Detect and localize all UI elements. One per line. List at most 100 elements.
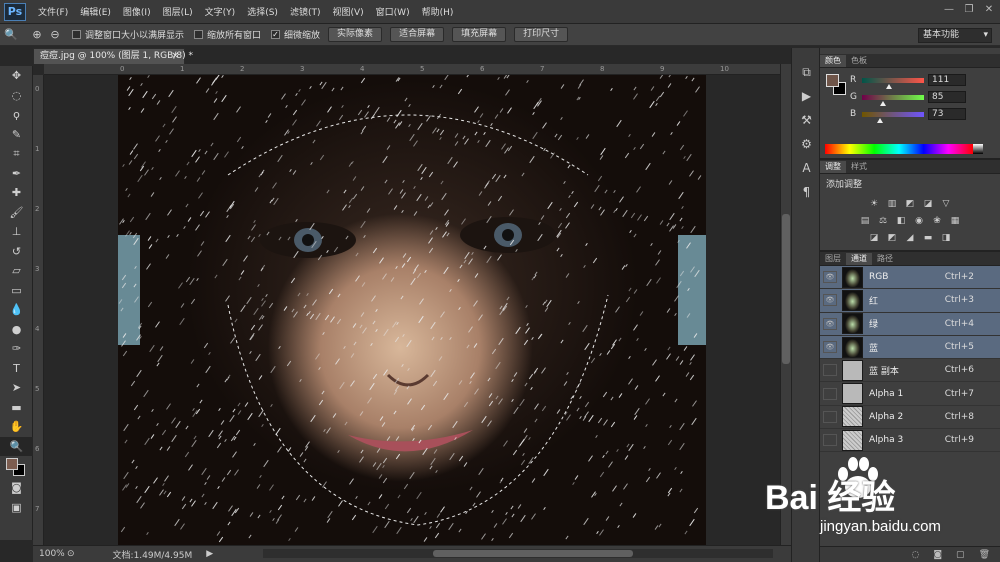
zoom-tool-icon[interactable]: 🔍: [0, 436, 33, 456]
zoom-out-icon[interactable]: ⊖: [48, 28, 62, 42]
visibility-toggle[interactable]: [823, 410, 837, 423]
path-select-icon[interactable]: ➤: [0, 378, 33, 398]
visibility-toggle[interactable]: [823, 364, 837, 377]
brush-tool-icon[interactable]: 🖌: [0, 203, 33, 223]
menu-select[interactable]: 选择(S): [241, 5, 284, 18]
eye-icon[interactable]: 👁: [823, 317, 837, 330]
eye-icon[interactable]: 👁: [823, 341, 837, 354]
paragraph-panel-icon[interactable]: ¶: [792, 180, 821, 204]
channel-row-alpha-1[interactable]: Alpha 1 Ctrl+7: [820, 382, 1000, 406]
menu-layer[interactable]: 图层(L): [157, 5, 199, 18]
tab-swatches[interactable]: 色板: [846, 55, 872, 67]
menu-help[interactable]: 帮助(H): [416, 5, 460, 18]
levels-icon[interactable]: ▥: [886, 199, 898, 210]
eraser-tool-icon[interactable]: ▱: [0, 261, 33, 281]
menu-image[interactable]: 图像(I): [117, 5, 157, 18]
close-button[interactable]: ✕: [982, 3, 996, 17]
tab-color[interactable]: 颜色: [820, 55, 846, 67]
checkbox-checked[interactable]: ✓: [271, 30, 281, 39]
black-white-ramp[interactable]: [973, 144, 983, 154]
color-balance-icon[interactable]: ⚖: [877, 216, 889, 227]
eyedropper-tool-icon[interactable]: ✒: [0, 164, 33, 184]
eye-icon[interactable]: 👁: [823, 271, 837, 284]
threshold-icon[interactable]: ◢: [904, 233, 916, 244]
zoom-field-icon[interactable]: ⊙: [67, 549, 75, 559]
properties-panel-icon[interactable]: ⚙: [792, 132, 821, 156]
tab-adjustments[interactable]: 调整: [820, 161, 846, 173]
vertical-scroll-thumb[interactable]: [782, 214, 790, 364]
red-slider-knob[interactable]: [885, 84, 892, 89]
horizontal-scrollbar[interactable]: [263, 549, 773, 558]
character-panel-icon[interactable]: A: [792, 156, 821, 180]
foreground-color-swatch[interactable]: [6, 458, 18, 470]
move-tool-icon[interactable]: ✥: [0, 66, 33, 86]
menu-window[interactable]: 窗口(W): [370, 5, 416, 18]
panel-foreground-swatch[interactable]: [826, 74, 839, 87]
red-slider[interactable]: [862, 78, 924, 83]
channel-mixer-icon[interactable]: ❀: [931, 216, 943, 227]
delete-channel-icon[interactable]: 🗑: [979, 550, 990, 560]
zoom-tool-preset-icon[interactable]: 🔍: [4, 28, 18, 42]
color-swatches[interactable]: [0, 456, 33, 478]
document-tab[interactable]: 痘痘.jpg @ 100% (图层 1, RGB/8) * ×: [33, 48, 193, 64]
tab-paths[interactable]: 路径: [872, 253, 898, 265]
posterize-icon[interactable]: ◩: [886, 233, 898, 244]
blue-slider-knob[interactable]: [876, 118, 883, 123]
channel-row-blue[interactable]: 👁 蓝 Ctrl+5: [820, 335, 1000, 360]
curves-icon[interactable]: ◩: [904, 199, 916, 210]
history-panel-icon[interactable]: ⧉: [792, 60, 821, 84]
tab-channels[interactable]: 通道: [846, 253, 872, 265]
pen-tool-icon[interactable]: ✑: [0, 339, 33, 359]
channel-row-alpha-2[interactable]: Alpha 2 Ctrl+8: [820, 406, 1000, 430]
document-image[interactable]: [118, 75, 706, 545]
blur-tool-icon[interactable]: 💧: [0, 300, 33, 320]
actual-pixels-button[interactable]: 实际像素: [328, 27, 383, 42]
color-lookup-icon[interactable]: ▦: [949, 216, 961, 227]
green-value-input[interactable]: 85: [928, 91, 966, 103]
checkbox-box[interactable]: [194, 30, 204, 39]
history-brush-icon[interactable]: ↺: [0, 242, 33, 262]
vibrance-icon[interactable]: ▽: [940, 199, 952, 210]
load-selection-icon[interactable]: ◌: [911, 550, 919, 560]
clone-stamp-icon[interactable]: ⊥: [0, 222, 33, 242]
save-selection-icon[interactable]: ◙: [933, 550, 942, 560]
quick-select-tool-icon[interactable]: ✎: [0, 125, 33, 145]
blue-slider[interactable]: [862, 112, 924, 117]
channel-row-rgb[interactable]: 👁 RGB Ctrl+2: [820, 266, 1000, 290]
shape-tool-icon[interactable]: ▬: [0, 398, 33, 418]
close-document-icon[interactable]: ×: [171, 49, 179, 64]
quick-mask-icon[interactable]: ◙: [0, 478, 33, 498]
canvas-area[interactable]: [44, 75, 780, 545]
selective-color-icon[interactable]: ◨: [940, 233, 952, 244]
channel-row-red[interactable]: 👁 红 Ctrl+3: [820, 289, 1000, 313]
black-white-icon[interactable]: ◧: [895, 216, 907, 227]
menu-file[interactable]: 文件(F): [32, 5, 74, 18]
fill-screen-button[interactable]: 填充屏幕: [452, 27, 507, 42]
scrubby-zoom-checkbox[interactable]: ✓ 细微缩放: [271, 28, 320, 41]
type-tool-icon[interactable]: T: [0, 359, 33, 379]
color-spectrum[interactable]: [825, 144, 973, 154]
print-size-button[interactable]: 打印尺寸: [514, 27, 569, 42]
tab-layers[interactable]: 图层: [820, 253, 846, 265]
green-slider-knob[interactable]: [879, 101, 886, 106]
actions-panel-icon[interactable]: ▶: [792, 84, 821, 108]
channel-row-blue-copy[interactable]: 蓝 副本 Ctrl+6: [820, 359, 1000, 383]
gradient-map-icon[interactable]: ▬: [922, 233, 934, 244]
fit-screen-button[interactable]: 适合屏幕: [390, 27, 445, 42]
crop-tool-icon[interactable]: ⌗: [0, 144, 33, 164]
visibility-toggle[interactable]: [823, 434, 837, 447]
red-value-input[interactable]: 111: [928, 74, 966, 86]
checkbox-box[interactable]: [72, 30, 81, 39]
menu-view[interactable]: 视图(V): [326, 5, 369, 18]
gradient-tool-icon[interactable]: ▭: [0, 281, 33, 301]
lasso-tool-icon[interactable]: ϙ: [0, 105, 33, 125]
screen-mode-icon[interactable]: ▣: [0, 498, 33, 518]
restore-button[interactable]: ❐: [962, 3, 976, 17]
vertical-scrollbar[interactable]: [780, 64, 791, 545]
hue-saturation-icon[interactable]: ▤: [859, 216, 871, 227]
blue-value-input[interactable]: 73: [928, 108, 966, 120]
invert-icon[interactable]: ◪: [868, 233, 880, 244]
dodge-tool-icon[interactable]: ●: [0, 320, 33, 340]
horizontal-scroll-thumb[interactable]: [433, 550, 633, 557]
marquee-tool-icon[interactable]: ◌: [0, 86, 33, 106]
